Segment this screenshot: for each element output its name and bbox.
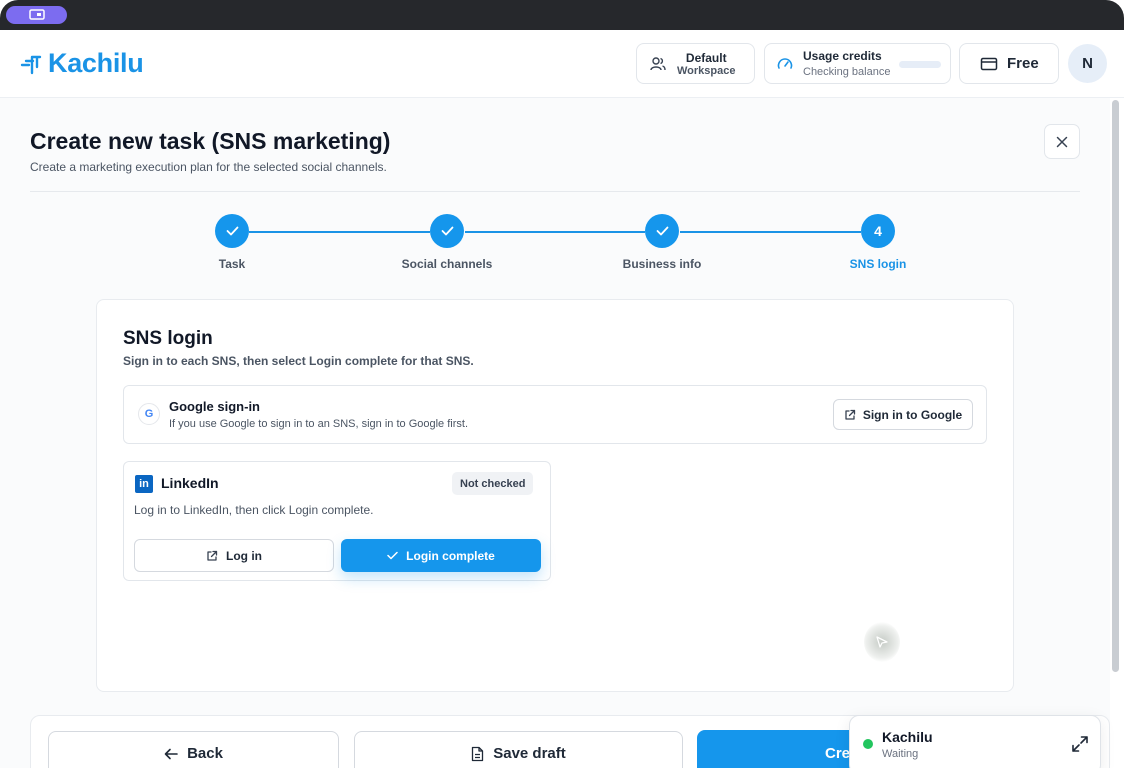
- sns-login-subtitle: Sign in to each SNS, then select Login c…: [123, 354, 474, 368]
- kachilu-status-widget[interactable]: Kachilu Waiting: [849, 715, 1101, 768]
- expand-icon[interactable]: [1071, 735, 1089, 753]
- check-icon: [226, 226, 238, 236]
- step-connector: [465, 231, 645, 233]
- linkedin-description: Log in to LinkedIn, then click Login com…: [134, 503, 374, 517]
- sign-in-to-google-label: Sign in to Google: [862, 407, 963, 422]
- screen-share-icon: [28, 9, 45, 20]
- sns-login-title: SNS login: [123, 328, 213, 349]
- step-4-circle: 4: [861, 214, 895, 248]
- google-signin-panel: G Google sign-in If you use Google to si…: [123, 385, 987, 444]
- external-link-icon: [845, 409, 855, 420]
- screen-share-pill[interactable]: [6, 6, 67, 24]
- step-connector: [680, 231, 861, 233]
- sign-in-to-google-button[interactable]: Sign in to Google: [833, 399, 973, 430]
- plan-button[interactable]: Free: [959, 43, 1059, 84]
- create-button[interactable]: Cre: [697, 730, 867, 768]
- mouse-cursor: [864, 622, 900, 662]
- status-dot: [863, 739, 873, 749]
- google-icon: G: [138, 403, 160, 425]
- credits-loading-bar: [899, 61, 941, 68]
- users-icon: [650, 56, 666, 70]
- linkedin-login-button[interactable]: Log in: [134, 539, 334, 572]
- back-button[interactable]: Back: [48, 731, 339, 768]
- credits-title: Usage credits: [803, 49, 882, 63]
- linkedin-login-label: Log in: [226, 548, 262, 563]
- workspace-label: Workspace: [677, 64, 736, 77]
- credits-status: Checking balance: [803, 66, 891, 78]
- status-badge: Not checked: [452, 472, 534, 495]
- app-name: Kachilu: [48, 48, 144, 78]
- page-subtitle: Create a marketing execution plan for th…: [30, 160, 387, 174]
- close-button[interactable]: [1044, 124, 1080, 159]
- linkedin-panel: in LinkedIn Not checked Log in to Linked…: [123, 461, 551, 581]
- kachilu-logo-icon: [20, 55, 42, 74]
- google-signin-title: Google sign-in: [169, 399, 260, 414]
- check-icon: [656, 226, 668, 236]
- close-icon: [1056, 136, 1068, 147]
- step-label-sns-login: SNS login: [849, 257, 907, 271]
- save-draft-label: Save draft: [493, 745, 566, 762]
- external-link-icon: [207, 550, 218, 561]
- linkedin-icon: in: [135, 475, 153, 493]
- widget-name: Kachilu: [882, 729, 933, 745]
- workspace-name: Default: [685, 50, 727, 65]
- header-divider: [30, 191, 1080, 192]
- cursor-arrow-icon: [876, 636, 888, 648]
- login-complete-label: Login complete: [406, 548, 495, 563]
- step-label-task: Task: [218, 257, 246, 271]
- step-label-business-info: Business info: [622, 257, 702, 271]
- credit-card-icon: [980, 57, 998, 70]
- usage-credits[interactable]: Usage credits Checking balance: [764, 43, 951, 84]
- linkedin-name: LinkedIn: [161, 475, 219, 491]
- workspace-selector[interactable]: Default Workspace: [636, 43, 755, 84]
- user-avatar[interactable]: N: [1068, 44, 1107, 83]
- gauge-icon: [777, 57, 793, 69]
- scrollbar[interactable]: [1112, 100, 1119, 672]
- arrow-left-icon: [164, 748, 178, 759]
- step-3-circle: [645, 214, 679, 248]
- step-connector: [249, 231, 430, 233]
- step-1-circle: [215, 214, 249, 248]
- window-top-bar: [0, 0, 1124, 30]
- check-icon: [441, 226, 453, 236]
- login-complete-button[interactable]: Login complete: [341, 539, 541, 572]
- widget-status: Waiting: [882, 748, 919, 760]
- step-2-circle: [430, 214, 464, 248]
- save-draft-button[interactable]: Save draft: [354, 731, 683, 768]
- check-icon: [387, 551, 398, 560]
- back-label: Back: [187, 745, 223, 762]
- google-signin-description: If you use Google to sign in to an SNS, …: [169, 418, 468, 430]
- step-label-social-channels: Social channels: [401, 257, 493, 271]
- plan-label: Free: [1007, 55, 1039, 72]
- page-title: Create new task (SNS marketing): [30, 128, 391, 154]
- app-header: Kachilu Default Workspace Usage credits …: [0, 30, 1124, 98]
- app-logo[interactable]: Kachilu: [20, 48, 144, 79]
- document-icon: [472, 746, 484, 761]
